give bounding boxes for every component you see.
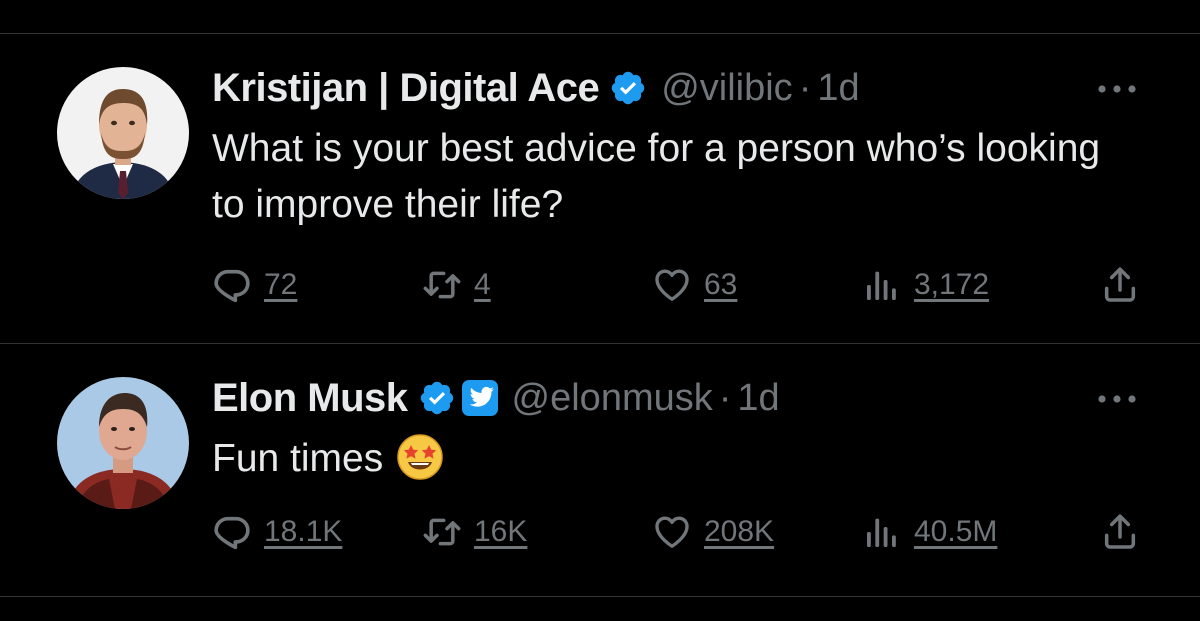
views-icon: [862, 512, 902, 552]
tweet-actions: 72 4 63 3,172: [212, 263, 1152, 307]
views-button[interactable]: 40.5M: [862, 510, 997, 554]
avatar-elon[interactable]: [57, 377, 189, 509]
author-name[interactable]: Elon Musk: [212, 376, 408, 421]
divider: [0, 596, 1200, 597]
author-name[interactable]: Kristijan | Digital Ace: [212, 66, 600, 111]
reply-count: 72: [264, 268, 298, 301]
views-button[interactable]: 3,172: [862, 263, 989, 307]
separator-dot: ·: [798, 66, 812, 109]
retweet-icon: [422, 512, 462, 552]
tweet-text: What is your best advice for a person wh…: [212, 127, 1101, 226]
views-icon: [862, 265, 902, 305]
timestamp[interactable]: 1d: [737, 377, 779, 420]
reply-icon: [212, 265, 252, 305]
retweet-button[interactable]: 16K: [422, 510, 527, 554]
retweet-count: 4: [474, 268, 491, 301]
views-count: 40.5M: [914, 515, 998, 548]
tweet-text-content: Fun times: [212, 437, 384, 480]
like-button[interactable]: 208K: [652, 510, 774, 554]
reply-count: 18.1K: [264, 515, 343, 548]
share-icon: [1100, 512, 1140, 552]
share-button[interactable]: [1100, 263, 1140, 307]
reply-icon: [212, 512, 252, 552]
author-handle[interactable]: @elonmusk: [512, 377, 713, 420]
share-icon: [1100, 265, 1140, 305]
avatar-kristijan[interactable]: [57, 67, 189, 199]
retweet-button[interactable]: 4: [422, 263, 491, 307]
tweet-header: Kristijan | Digital Ace @vilibic · 1d: [212, 63, 860, 113]
verified-badge-icon[interactable]: [609, 69, 647, 107]
tweet-header: Elon Musk @elonmusk · 1d: [212, 373, 780, 423]
more-icon[interactable]: [1096, 392, 1138, 406]
more-icon[interactable]: [1096, 82, 1138, 96]
views-count: 3,172: [914, 268, 990, 301]
tweet-actions: 18.1K 16K 208K 40.5M: [212, 510, 1152, 554]
reply-button[interactable]: 18.1K: [212, 510, 342, 554]
like-button[interactable]: 63: [652, 263, 737, 307]
share-button[interactable]: [1100, 510, 1140, 554]
twitter-bird-icon[interactable]: [461, 380, 498, 416]
divider: [0, 343, 1200, 344]
like-icon: [652, 512, 692, 552]
retweet-count: 16K: [474, 515, 528, 548]
like-count: 63: [704, 268, 738, 301]
tweet-text: Fun times: [212, 431, 1142, 487]
like-count: 208K: [704, 515, 775, 548]
author-handle[interactable]: @vilibic: [661, 67, 792, 110]
timeline-feed: Kristijan | Digital Ace @vilibic · 1d Wh…: [0, 0, 1200, 621]
divider: [0, 33, 1200, 34]
verified-badge-icon[interactable]: [418, 379, 456, 417]
reply-button[interactable]: 72: [212, 263, 297, 307]
star-struck-emoji: [395, 432, 445, 482]
like-icon: [652, 265, 692, 305]
retweet-icon: [422, 265, 462, 305]
separator-dot: ·: [718, 376, 732, 419]
timestamp[interactable]: 1d: [817, 67, 859, 110]
